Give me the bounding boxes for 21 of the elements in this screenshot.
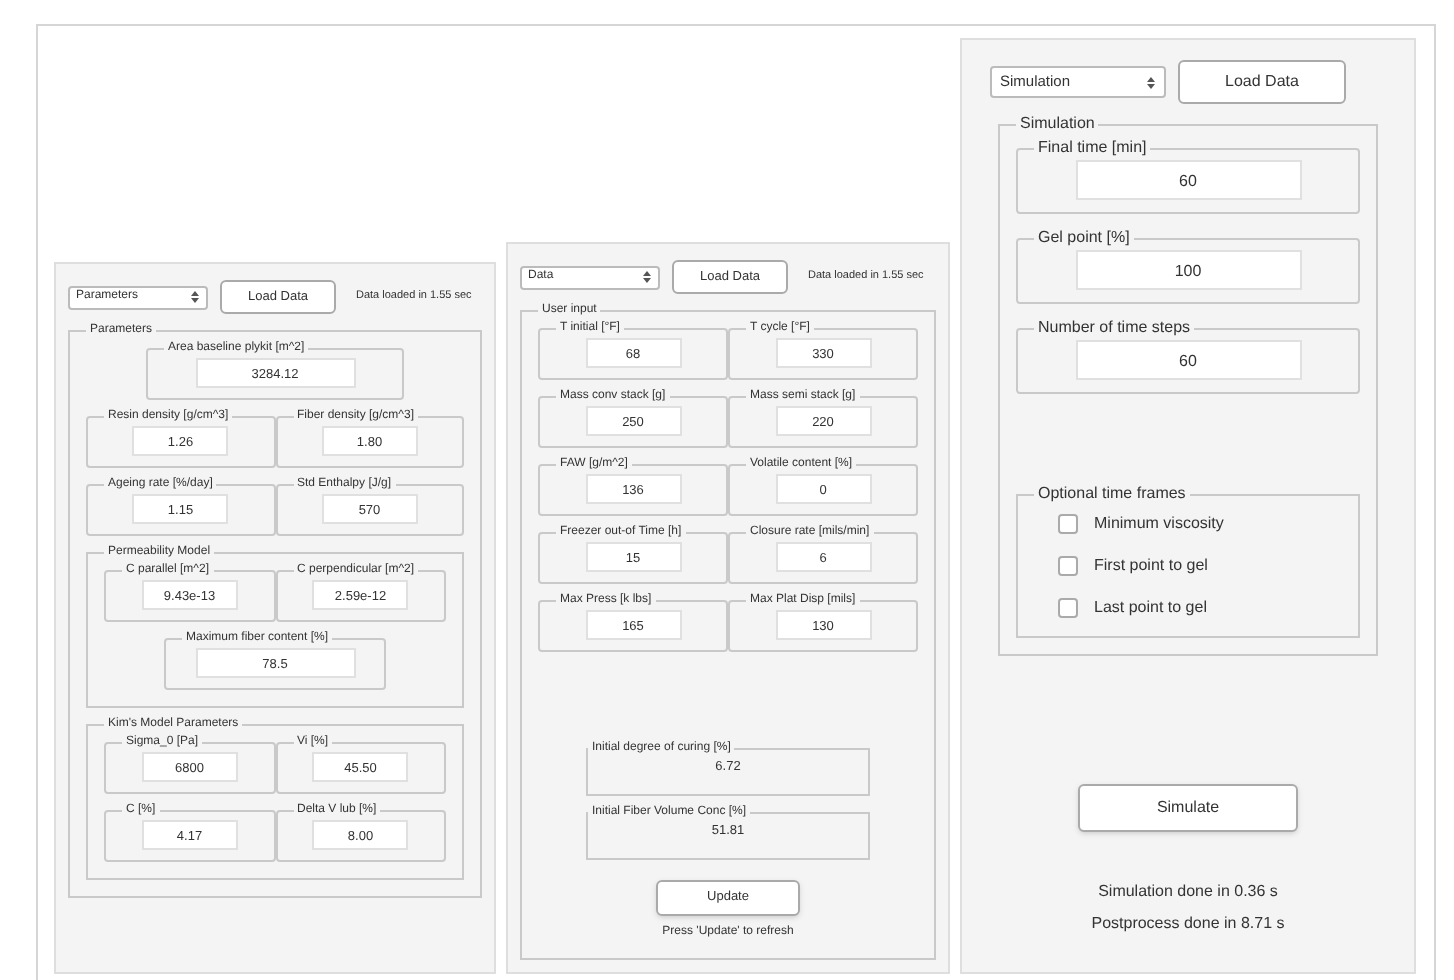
group-title: Simulation	[1018, 112, 1097, 136]
checkbox-label: Last point to gel	[1094, 596, 1207, 620]
load-data-button[interactable]: Load Data	[1178, 60, 1346, 104]
updown-icon	[642, 270, 652, 284]
action-button[interactable]: Simulate	[1078, 784, 1298, 832]
number-field[interactable]: 60	[1075, 340, 1301, 380]
field-label: Number of time steps	[1036, 316, 1193, 340]
checkbox[interactable]	[1058, 514, 1078, 534]
field-label: Final time [min]	[1036, 136, 1149, 160]
checkbox-label: First point to gel	[1094, 554, 1208, 578]
status-text: Simulation done in 0.36 s	[1098, 880, 1278, 904]
number-field[interactable]: 60	[1075, 160, 1301, 200]
updown-icon	[1146, 75, 1156, 89]
field-label: Gel point [%]	[1036, 226, 1132, 250]
group-title: Optional time frames	[1036, 482, 1188, 506]
status-text: Postprocess done in 8.71 s	[1091, 912, 1285, 936]
checkbox[interactable]	[1058, 556, 1078, 576]
updown-icon	[190, 290, 200, 304]
checkbox-label: Minimum viscosity	[1094, 512, 1224, 536]
checkbox[interactable]	[1058, 598, 1078, 618]
number-field[interactable]: 100	[1075, 250, 1301, 290]
